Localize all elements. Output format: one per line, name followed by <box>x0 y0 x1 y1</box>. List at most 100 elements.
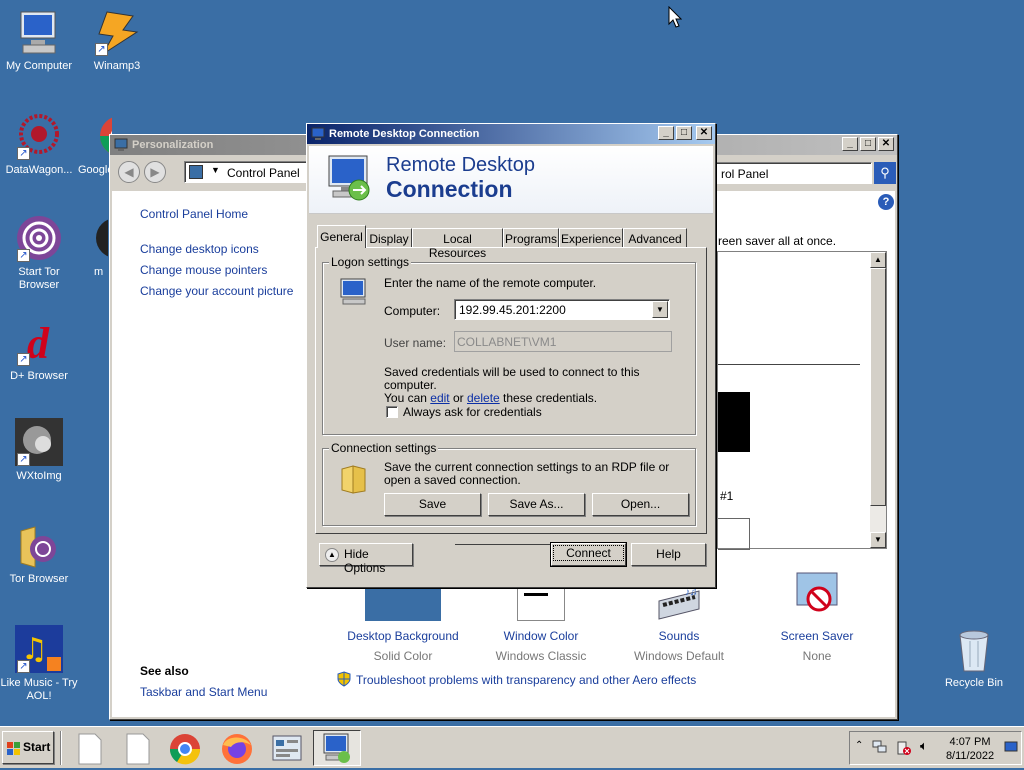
scroll-up-button[interactable]: ▲ <box>870 252 886 268</box>
connection-settings-legend: Connection settings <box>329 441 439 455</box>
personalization-title: Personalization <box>132 139 214 151</box>
desktop-icon-label: Like Music - Try AOL! <box>0 677 78 702</box>
always-ask-checkbox[interactable] <box>386 406 398 418</box>
volume-icon[interactable]: 🔈︎ <box>920 738 928 754</box>
logon-intro-text: Enter the name of the remote computer. <box>384 276 597 290</box>
collapse-arrow-icon: ▲ <box>325 548 339 562</box>
footer-divider <box>455 544 550 545</box>
sidebar-link-home[interactable]: Control Panel Home <box>140 207 248 221</box>
item-title: Screen Saver <box>780 629 854 643</box>
item-title: Window Color <box>503 629 579 643</box>
scroll-down-button[interactable]: ▼ <box>870 532 886 548</box>
rdp-titlebar[interactable]: Remote Desktop Connection _ □ ✕ <box>307 124 715 144</box>
desktop-icon-tor-browser[interactable]: Tor Browser <box>0 521 78 586</box>
chevron-down-icon: ▼ <box>211 165 220 175</box>
folder-icon <box>339 463 369 498</box>
sounds-item[interactable]: ♪♫ Sounds Windows Default <box>614 587 744 663</box>
shortcut-arrow-icon: ↗ <box>95 43 108 56</box>
tab-general[interactable]: General <box>317 225 366 248</box>
scrollbar[interactable]: ▲ ▼ <box>870 252 886 548</box>
desktop-icon-wxtoimg[interactable]: ↗ WXtoImg <box>0 418 78 483</box>
tab-display[interactable]: Display <box>366 228 412 248</box>
help-button[interactable]: Help <box>631 543 706 566</box>
tab-local-resources[interactable]: Local Resources <box>412 228 503 260</box>
forward-button[interactable]: ▶ <box>144 161 166 183</box>
close-button[interactable]: ✕ <box>696 126 712 140</box>
logon-settings-legend: Logon settings <box>329 255 412 269</box>
taskbar-document-1[interactable] <box>66 730 110 766</box>
sidebar-link-mouse-pointers[interactable]: Change mouse pointers <box>140 263 267 277</box>
computer-combobox[interactable]: 192.99.45.201:2200 ▼ <box>454 299 670 320</box>
shield-icon <box>336 671 352 687</box>
document-icon <box>126 733 150 765</box>
rdp-window[interactable]: Remote Desktop Connection _ □ ✕ Remote D… <box>306 123 716 588</box>
clock[interactable]: 4:07 PM 8/11/2022 <box>942 735 998 763</box>
open-button[interactable]: Open... <box>592 493 689 516</box>
action-center-icon[interactable] <box>896 740 912 756</box>
theme-list[interactable]: #1 ▲ ▼ <box>717 251 887 550</box>
taskbar-document-2[interactable] <box>114 730 158 766</box>
desktop-icon-m[interactable]: m <box>78 214 108 279</box>
desktop-icon-my-computer[interactable]: My Computer <box>0 8 78 73</box>
clock-date: 8/11/2022 <box>945 750 995 762</box>
back-button[interactable]: ◀ <box>118 161 140 183</box>
troubleshoot-link[interactable]: Troubleshoot problems with transparency … <box>356 673 696 687</box>
taskbar-control-panel[interactable] <box>264 730 308 766</box>
desktop-background-item[interactable]: Desktop Background Solid Color <box>338 587 468 663</box>
tab-advanced[interactable]: Advanced <box>623 228 687 248</box>
minimize-button[interactable]: _ <box>658 126 674 140</box>
taskbar-firefox[interactable] <box>214 730 258 766</box>
taskbar-chrome[interactable] <box>162 730 206 766</box>
tab-programs[interactable]: Programs <box>503 228 559 248</box>
desktop-icon-google[interactable]: Google <box>78 112 112 177</box>
start-button[interactable]: Start <box>2 731 54 764</box>
window-color-item[interactable]: Window Color Windows Classic <box>476 587 606 663</box>
sidebar-link-desktop-icons[interactable]: Change desktop icons <box>140 242 259 256</box>
help-icon[interactable]: ? <box>878 194 894 210</box>
tab-experience[interactable]: Experience <box>559 228 623 248</box>
search-icon[interactable]: ⚲ <box>874 162 896 184</box>
sounds-icon: ♪♫ <box>655 587 703 621</box>
address-bar[interactable]: ▼ Control Panel <box>184 161 310 183</box>
computer-dropdown-button[interactable]: ▼ <box>652 301 668 318</box>
scroll-thumb[interactable] <box>870 268 886 506</box>
hide-options-button[interactable]: ▲ Hide Options <box>319 543 413 575</box>
show-hidden-icons-icon[interactable]: ⌃ <box>855 740 863 751</box>
desktop-icon-start-tor[interactable]: ↗ Start Tor Browser <box>0 214 78 292</box>
item-title: Sounds <box>658 629 700 643</box>
close-button[interactable]: ✕ <box>878 137 894 151</box>
desktop-icon-datawagon[interactable]: ↗ DataWagon... <box>0 112 78 177</box>
connect-button[interactable]: Connect <box>550 542 627 567</box>
username-label: User name: <box>384 336 447 350</box>
shortcut-arrow-icon: ↗ <box>17 353 30 366</box>
save-button[interactable]: Save <box>384 493 481 516</box>
minimize-button[interactable]: _ <box>842 137 858 151</box>
desktop-icon-label: Google <box>78 164 112 176</box>
show-desktop-icon[interactable] <box>1004 741 1018 753</box>
address-text: Control Panel <box>227 166 300 180</box>
remote-computer-icon <box>325 152 377 207</box>
desktop-icon-dplus[interactable]: d ↗ D+ Browser <box>0 318 78 383</box>
maximize-button[interactable]: □ <box>860 137 876 151</box>
see-also-link-taskbar[interactable]: Taskbar and Start Menu <box>140 685 267 699</box>
item-subtitle: Windows Classic <box>495 649 587 663</box>
desktop-icon-winamp[interactable]: ↗ Winamp3 <box>78 8 156 73</box>
network-icon[interactable] <box>872 740 888 754</box>
windows-logo-icon <box>7 742 20 755</box>
delete-credentials-link[interactable]: delete <box>467 391 500 405</box>
maximize-button[interactable]: □ <box>676 126 692 140</box>
desktop-icon-like-music[interactable]: ♫ ↗ Like Music - Try AOL! <box>0 625 78 703</box>
sidebar-link-account-picture[interactable]: Change your account picture <box>140 284 293 298</box>
search-input[interactable]: rol Panel <box>714 162 872 184</box>
desktop-icon-recycle-bin[interactable]: Recycle Bin <box>935 625 1013 690</box>
document-icon <box>78 733 102 765</box>
screen-saver-item[interactable]: Screen Saver None <box>752 571 882 663</box>
save-as-button[interactable]: Save As... <box>488 493 585 516</box>
rdp-title: Remote Desktop Connection <box>329 128 480 140</box>
desktop-icon-label: D+ Browser <box>10 370 68 382</box>
shortcut-arrow-icon: ↗ <box>17 147 30 160</box>
edit-credentials-link[interactable]: edit <box>430 391 449 405</box>
desktop-icon-label: Recycle Bin <box>944 677 1004 689</box>
taskbar-remote-desktop[interactable] <box>313 730 361 766</box>
chrome-icon <box>169 734 201 765</box>
